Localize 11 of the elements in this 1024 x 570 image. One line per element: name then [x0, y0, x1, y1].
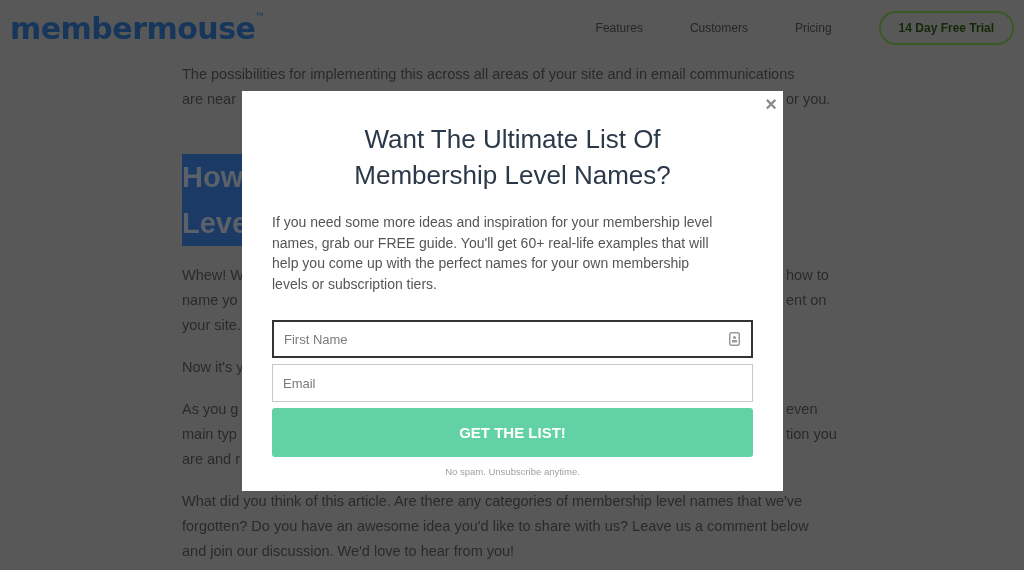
contact-card-icon[interactable]: [729, 332, 740, 346]
free-trial-button[interactable]: 14 Day Free Trial: [878, 11, 1014, 45]
logo[interactable]: membermouse: [10, 10, 256, 46]
input-field[interactable]: First Name: [272, 320, 753, 358]
disclaimer-text: No spam. Unsubscribe anytime.: [444, 466, 581, 477]
get-list-button[interactable]: GET THE LIST!: [272, 408, 753, 457]
trademark-mark: ™: [255, 10, 264, 20]
modal-title: Membership Level Names?: [354, 159, 671, 192]
modal-title: Want The Ultimate List Of: [364, 123, 661, 156]
modal-description: If you need some more ideas and inspiration for your membership level names, grab our FREE guide. You'll get 60+ real-life examples that will help you come up with the perfect names for your own membership levels or subscription tiers.: [272, 213, 714, 294]
close-button[interactable]: ×: [763, 93, 779, 115]
